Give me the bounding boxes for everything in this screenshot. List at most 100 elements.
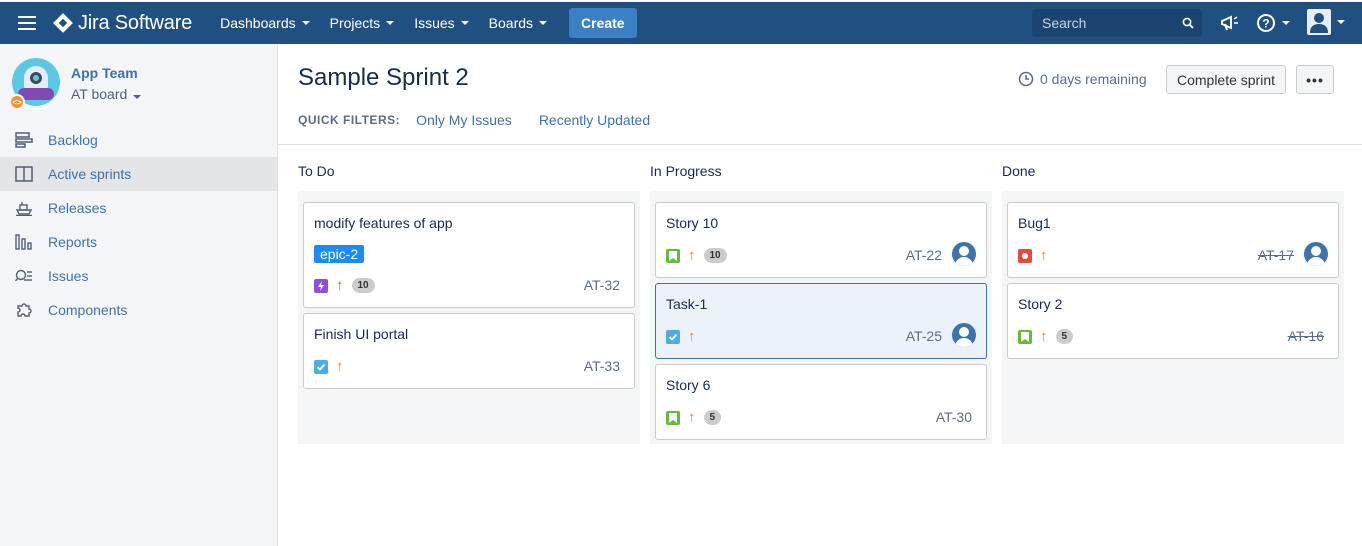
issue-key[interactable]: AT-33 <box>584 358 620 374</box>
column-header-done: Done <box>1002 163 1036 179</box>
priority-arrow-up-icon: ↑ <box>688 328 696 345</box>
issue-summary: Task-1 <box>666 296 708 312</box>
jira-logo-icon <box>53 13 73 33</box>
issue-card[interactable]: Story 6 ↑ 5 AT-30 <box>655 364 987 440</box>
priority-arrow-up-icon: ↑ <box>336 276 344 294</box>
help-icon[interactable]: ? <box>1256 11 1290 35</box>
sprint-title: Sample Sprint 2 <box>298 64 469 91</box>
card-footer: ↑ <box>666 328 704 345</box>
user-avatar-icon[interactable] <box>1307 9 1345 35</box>
issue-key[interactable]: AT-32 <box>584 277 620 293</box>
sidebar-item-backlog[interactable]: Backlog <box>0 123 277 157</box>
column-done: Bug1 ↑ AT-17 Story 2 ↑ 5 AT-16 <box>1002 191 1344 444</box>
sidebar-item-active-sprints[interactable]: Active sprints <box>0 157 277 191</box>
project-avatar[interactable]: <> <box>9 58 60 110</box>
megaphone-icon[interactable] <box>1220 11 1240 35</box>
chart-icon <box>14 232 34 252</box>
sidebar-item-components[interactable]: Components <box>0 293 277 327</box>
column-header-todo: To Do <box>298 163 335 179</box>
card-footer: ↑ 10 <box>314 278 375 293</box>
task-icon <box>666 330 680 344</box>
filter-recently-updated[interactable]: Recently Updated <box>539 112 650 128</box>
issue-summary: modify features of app <box>314 215 453 231</box>
column-header-in-progress: In Progress <box>650 163 722 179</box>
issue-card[interactable]: Story 10 ↑ 10 AT-22 <box>655 202 987 278</box>
sidebar-nav: Backlog Active sprints Releases Reports … <box>0 123 277 327</box>
top-navigation-bar: Jira Software Dashboards Projects Issues… <box>0 2 1362 44</box>
nav-boards-label: Boards <box>488 15 534 31</box>
issue-card[interactable]: Finish UI portal ↑ AT-33 <box>303 313 635 389</box>
nav-boards[interactable]: Boards <box>479 2 557 44</box>
sidebar-item-releases[interactable]: Releases <box>0 191 277 225</box>
search-list-icon <box>14 266 34 286</box>
nav-projects-label: Projects <box>329 15 381 31</box>
chevron-down-icon <box>301 21 310 25</box>
epic-label[interactable]: epic-2 <box>314 245 365 263</box>
issue-card[interactable]: modify features of app epic-2 ↑ 10 AT-32 <box>303 202 635 308</box>
assignee-avatar[interactable] <box>952 323 976 347</box>
search-input[interactable] <box>1042 15 1172 31</box>
project-header: <> App Team AT board <box>9 58 142 110</box>
story-points-badge: 10 <box>703 248 727 263</box>
priority-arrow-up-icon: ↑ <box>688 408 696 426</box>
card-footer: ↑ 5 <box>666 408 722 426</box>
nav-projects[interactable]: Projects <box>320 2 405 44</box>
issue-key[interactable]: AT-17 <box>1258 247 1294 263</box>
card-footer: ↑ 10 <box>666 248 727 263</box>
column-in-progress: Story 10 ↑ 10 AT-22 Task-1 ↑ AT-25 Story… <box>650 191 992 444</box>
priority-arrow-up-icon: ↑ <box>688 246 696 264</box>
priority-arrow-up-icon: ↑ <box>336 358 344 375</box>
issue-card[interactable]: Task-1 ↑ AT-25 <box>655 283 987 359</box>
nav-dashboards-label: Dashboards <box>220 15 296 31</box>
sidebar-item-label: Backlog <box>48 132 98 148</box>
jira-logo[interactable]: Jira Software <box>53 2 192 44</box>
project-name[interactable]: App Team <box>71 65 141 81</box>
issue-summary: Bug1 <box>1018 215 1051 231</box>
card-footer: ↑ 5 <box>1018 327 1074 345</box>
priority-arrow-up-icon: ↑ <box>1040 247 1048 264</box>
issue-summary: Story 6 <box>666 377 711 393</box>
create-button[interactable]: Create <box>569 8 637 38</box>
chevron-down-icon <box>386 21 395 25</box>
days-remaining-text: 0 days remaining <box>1040 71 1147 87</box>
filter-only-my-issues[interactable]: Only My Issues <box>416 112 512 128</box>
assignee-avatar[interactable] <box>952 242 976 266</box>
chevron-down-icon <box>539 21 548 25</box>
chevron-down-icon <box>133 95 142 99</box>
complete-sprint-button[interactable]: Complete sprint <box>1166 65 1286 94</box>
sidebar-item-label: Issues <box>48 268 89 284</box>
svg-text:?: ? <box>1262 17 1269 31</box>
quick-filters: QUICK FILTERS: Only My Issues Recently U… <box>298 112 677 128</box>
issue-card[interactable]: Story 2 ↑ 5 AT-16 <box>1007 283 1339 359</box>
board-selector[interactable]: AT board <box>71 86 142 102</box>
nav-dashboards[interactable]: Dashboards <box>210 2 320 44</box>
ship-icon <box>14 198 34 218</box>
issue-key[interactable]: AT-16 <box>1288 328 1324 344</box>
clock-icon <box>1018 71 1034 87</box>
story-points-badge: 5 <box>703 410 722 425</box>
issue-key[interactable]: AT-25 <box>906 328 942 344</box>
sidebar-item-label: Active sprints <box>48 166 132 182</box>
menu-icon[interactable] <box>0 2 54 44</box>
improvement-icon <box>314 278 328 293</box>
bug-icon <box>1018 249 1032 263</box>
issue-key[interactable]: AT-30 <box>936 409 972 425</box>
software-project-icon: <> <box>9 94 25 110</box>
search-icon[interactable] <box>1182 17 1194 29</box>
nav-issues-label: Issues <box>414 15 455 31</box>
days-remaining: 0 days remaining <box>1018 71 1147 87</box>
sidebar-item-issues[interactable]: Issues <box>0 259 277 293</box>
assignee-avatar[interactable] <box>1304 242 1328 266</box>
issue-summary: Story 10 <box>666 215 719 231</box>
quick-filters-label: QUICK FILTERS: <box>298 113 401 127</box>
sidebar-item-reports[interactable]: Reports <box>0 225 277 259</box>
backlog-icon <box>14 130 34 150</box>
issue-key[interactable]: AT-22 <box>906 247 942 263</box>
more-actions-button[interactable]: ••• <box>1296 65 1334 94</box>
priority-arrow-up-icon: ↑ <box>1040 327 1048 345</box>
board-icon <box>14 164 34 184</box>
issue-card[interactable]: Bug1 ↑ AT-17 <box>1007 202 1339 278</box>
story-icon <box>666 248 680 263</box>
sidebar-item-label: Components <box>48 302 128 318</box>
nav-issues[interactable]: Issues <box>404 2 478 44</box>
